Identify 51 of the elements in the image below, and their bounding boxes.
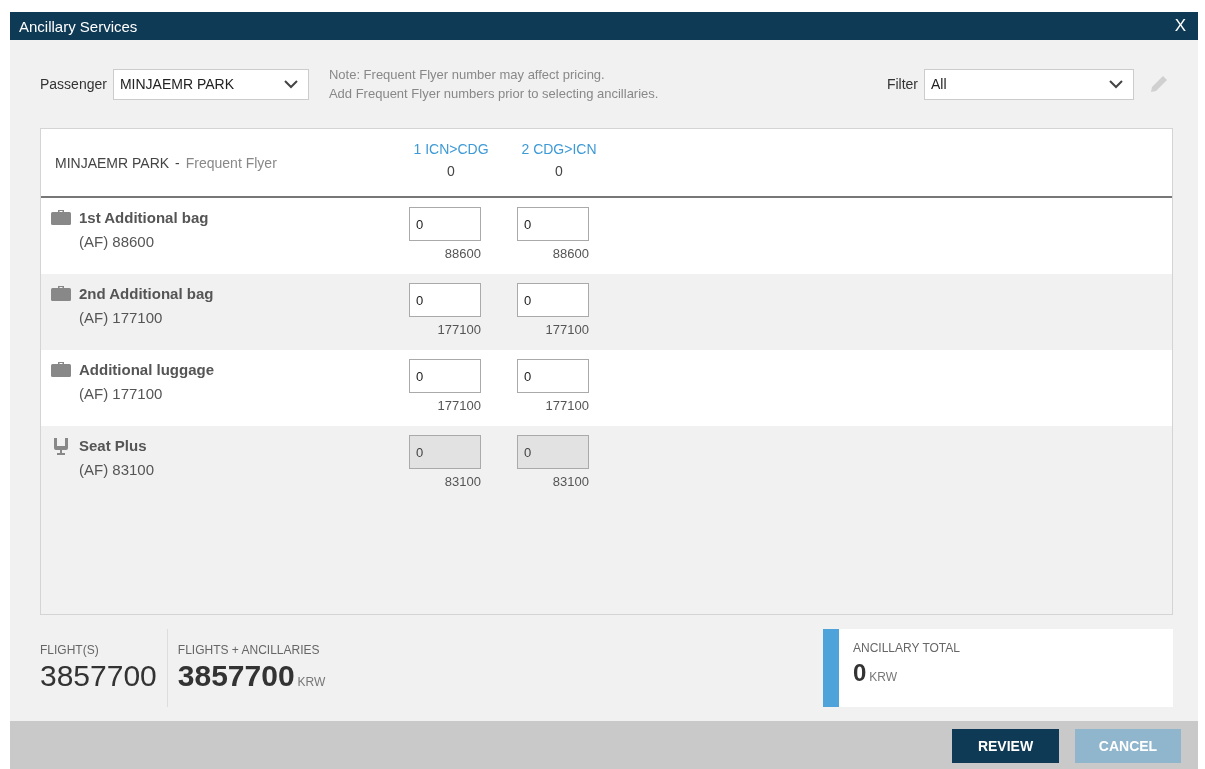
seat-icon (51, 436, 71, 456)
segment-price: 177100 (437, 398, 481, 413)
passenger-name: MINJAEMR PARK (55, 154, 170, 171)
segment-price: 83100 (444, 474, 481, 489)
total-label: FLIGHTS + ANCILLARIES (177, 643, 321, 657)
pencil-icon[interactable] (1148, 73, 1170, 95)
quantity-field[interactable]: 0 (517, 359, 589, 393)
separator-text: - (175, 154, 180, 171)
chevron-down-icon (283, 79, 298, 89)
quantity-field[interactable]: 0 (517, 283, 589, 317)
quantity-field[interactable]: 0 (517, 207, 589, 241)
service-price: (AF) 177100 (79, 308, 164, 328)
segment-price: 83100 (552, 474, 589, 489)
quantity-field[interactable]: 0 (409, 207, 481, 241)
passenger-dropdown[interactable]: MINJAEMR PARK (112, 68, 309, 100)
segment-price: 177100 (545, 398, 589, 413)
flights-amount: 3857700 (40, 659, 157, 693)
quantity-field[interactable]: 0 (409, 359, 481, 393)
briefcase-icon (51, 284, 71, 301)
service-name: 2nd Additional bag (79, 284, 214, 304)
segment-count: 0 (447, 161, 455, 181)
status-text: Frequent Flyer (185, 154, 277, 171)
close-button[interactable]: X (1170, 16, 1190, 36)
quantity-field[interactable]: 0 (409, 283, 481, 317)
service-price: (AF) 88600 (79, 232, 156, 252)
currency-text: KRW (869, 670, 898, 684)
briefcase-icon (51, 208, 71, 225)
service-price: (AF) 83100 (79, 460, 155, 480)
segment-price: 177100 (437, 322, 481, 337)
review-button[interactable]: REVIEW (952, 729, 1059, 763)
total-amount: 3857700 (177, 659, 295, 693)
segment-price: 88600 (552, 246, 589, 261)
briefcase-icon (51, 360, 71, 377)
segment-count: 0 (555, 161, 563, 181)
segment-price: 177100 (545, 322, 589, 337)
ancillary-label: ANCILLARY TOTAL (853, 641, 961, 655)
chevron-down-icon (1109, 79, 1123, 89)
segment-price: 88600 (444, 246, 481, 261)
filter-label: Filter (886, 76, 918, 92)
window-title: Ancillary Services (19, 17, 138, 35)
service-name: Additional luggage (79, 360, 214, 380)
service-name: Seat Plus (79, 436, 148, 456)
note-text: Add Frequent Flyer numbers prior to selecting ancillaries. (328, 85, 660, 103)
flights-label: FLIGHT(S) (40, 643, 100, 657)
service-price: (AF) 177100 (79, 384, 164, 404)
currency-text: KRW (297, 675, 326, 689)
ancillary-amount: 0 (853, 659, 867, 687)
note-text: Note: Frequent Flyer number may affect pricing. (328, 66, 606, 84)
passenger-label: Passenger (40, 76, 107, 92)
filter-dropdown[interactable]: All (924, 68, 1134, 100)
service-name: 1st Additional bag (79, 208, 209, 228)
